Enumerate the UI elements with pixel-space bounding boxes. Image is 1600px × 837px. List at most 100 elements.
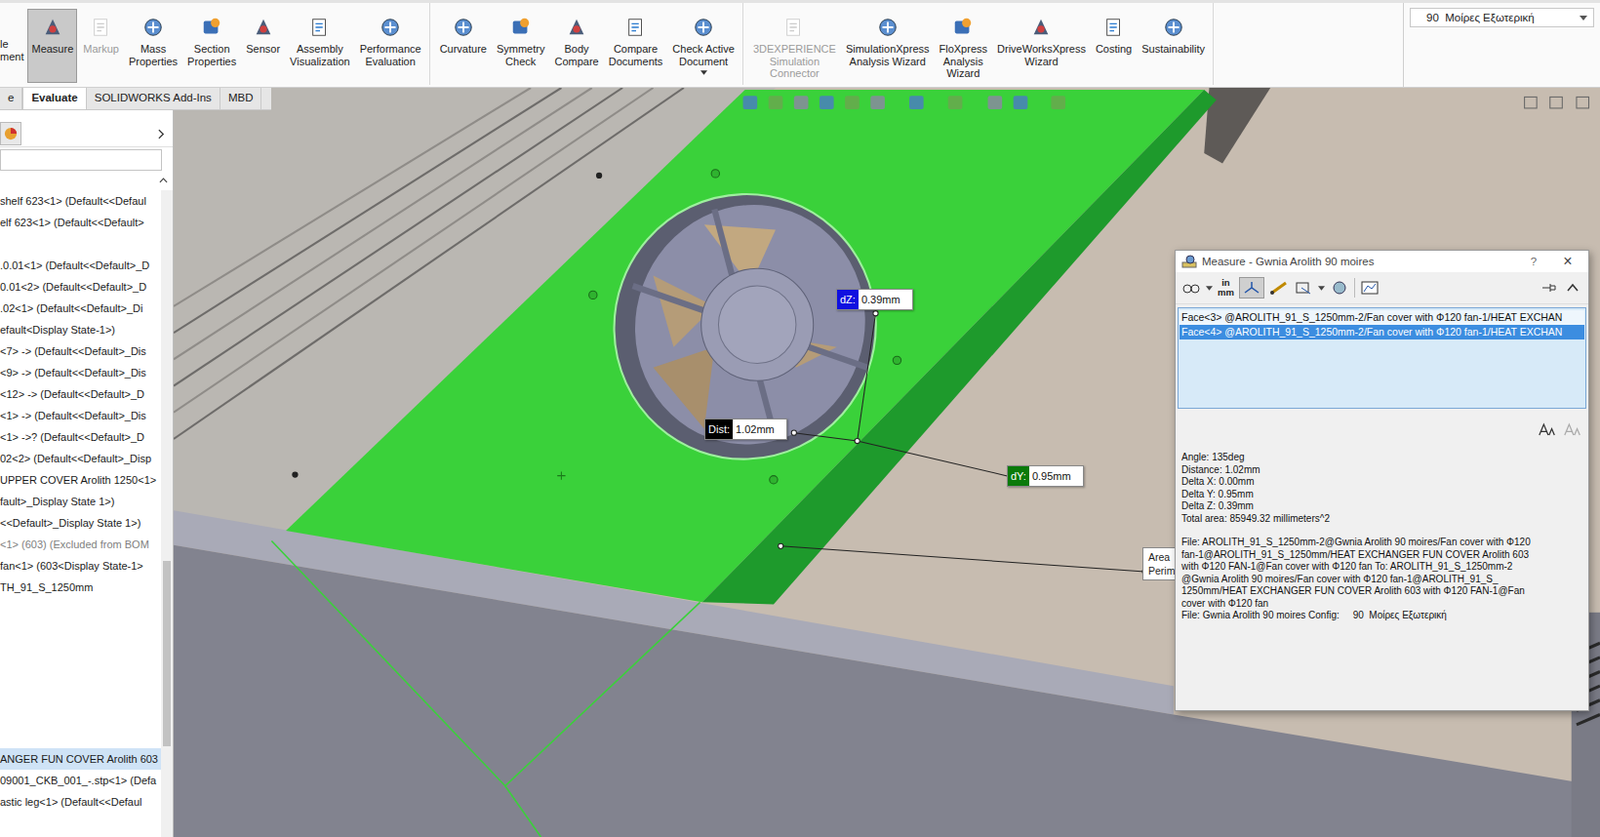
- tree-item[interactable]: shelf 623<1> (Default<<Defaul: [0, 190, 161, 212]
- command-tab[interactable]: MBD: [220, 87, 263, 110]
- ribbon-button[interactable]: Sensor: [241, 8, 284, 85]
- ribbon-button[interactable]: CompareDocuments: [604, 8, 668, 85]
- tree-item[interactable]: ANGER FUN COVER Arolith 603: [0, 748, 161, 770]
- ribbon-button[interactable]: SectionProperties: [183, 8, 240, 85]
- tree-scrollbar[interactable]: [160, 190, 173, 837]
- tree-item[interactable]: efault<Display State-1>): [0, 319, 161, 341]
- ribbon-button[interactable]: AssemblyVisualization: [285, 8, 355, 85]
- tree-item[interactable]: <12> -> (Default<<Default>_D: [0, 383, 161, 405]
- tool-icon: [142, 16, 164, 39]
- collapse-icon[interactable]: [1562, 280, 1583, 296]
- display-manager-button[interactable]: [0, 121, 22, 146]
- ribbon-button[interactable]: BodyCompare: [550, 8, 602, 85]
- tree-item[interactable]: elf 623<1> (Default<<Default>: [0, 211, 161, 234]
- ribbon-button[interactable]: PerformanceEvaluation: [356, 8, 426, 85]
- tree-item[interactable]: TH_91_S_1250mm: [0, 576, 161, 599]
- measure-leaders: [778, 311, 1149, 575]
- ribbon-group: lement Measure Markup MassProperties Sec…: [0, 2, 431, 85]
- command-tab[interactable]: SOLIDWORKS Add-Ins: [86, 87, 221, 110]
- ribbon-button[interactable]: Measure: [27, 8, 78, 83]
- ribbon-button[interactable]: SimulationXpressAnalysis Wizard: [841, 8, 934, 85]
- arc-options-icon[interactable]: [1181, 280, 1201, 296]
- tool-icon: [252, 16, 275, 39]
- tool-icon: [90, 16, 113, 39]
- measure-icon: [1181, 253, 1198, 270]
- tree-item[interactable]: <1> (603) (Excluded from BOM: [0, 533, 161, 556]
- tool-icon: [952, 16, 974, 39]
- dropdown-arrow-icon[interactable]: [1318, 285, 1325, 291]
- tree-row: [0, 726, 161, 749]
- dialog-title-bar[interactable]: Measure - Gwnia Arolith 90 moires ? ×: [1175, 250, 1589, 273]
- ribbon-button[interactable]: SymmetryCheck: [492, 8, 550, 85]
- tree-item[interactable]: astic leg<1> (Default<<Defaul: [0, 791, 161, 813]
- ribbon-button[interactable]: Curvature: [436, 8, 491, 85]
- tree-item[interactable]: 02<2> (Default<<Default>_Disp: [0, 447, 161, 470]
- tree-item[interactable]: <7> -> (Default<<Default>_Dis: [0, 340, 161, 362]
- ribbon-button[interactable]: Markup: [79, 8, 123, 85]
- decrease-font-icon[interactable]: [1562, 422, 1583, 438]
- ribbon-button[interactable]: MassProperties: [124, 8, 182, 85]
- measure-callout[interactable]: Dist: 1.02mm: [704, 418, 788, 440]
- selected-face: [702, 89, 1217, 604]
- tool-icon: [510, 16, 532, 39]
- tree-item[interactable]: UPPER COVER Arolith 1250<1>: [0, 469, 161, 491]
- increase-font-icon[interactable]: [1537, 422, 1558, 438]
- ribbon-button[interactable]: 3DEXPERIENCESimulationConnector: [749, 8, 840, 85]
- dropdown-arrow-icon[interactable]: [700, 70, 708, 76]
- configuration-dropdown[interactable]: 90 Μοίρες Εξωτερική: [1409, 7, 1595, 28]
- history-chart-icon[interactable]: [1360, 280, 1380, 296]
- tree-item[interactable]: .0.01<1> (Default<<Default>_D: [0, 254, 161, 277]
- tool-icon: [41, 16, 64, 39]
- tree-item[interactable]: <<Default>_Display State 1>): [0, 512, 161, 534]
- units-button[interactable]: inmm: [1217, 278, 1235, 298]
- tool-icon: [309, 16, 331, 39]
- selection-list[interactable]: Face<3> @AROLITH_91_S_1250mm-2/Fan cover…: [1177, 307, 1587, 409]
- tree-item[interactable]: .02<1> (Default<<Default>_Di: [0, 297, 161, 320]
- close-button[interactable]: ×: [1553, 252, 1583, 271]
- ribbon-button[interactable]: Costing: [1091, 8, 1136, 85]
- scroll-up-icon[interactable]: [159, 177, 168, 184]
- dropdown-arrow-icon[interactable]: [1205, 285, 1213, 291]
- measure-dialog: Measure - Gwnia Arolith 90 moires ? × in…: [1174, 249, 1590, 712]
- tree-item[interactable]: <1> -> (Default<<Default>_Dis: [0, 404, 161, 427]
- tree-row: [0, 683, 161, 706]
- tool-icon: [1103, 16, 1125, 39]
- selection-item[interactable]: Face<4> @AROLITH_91_S_1250mm-2/Fan cover…: [1179, 324, 1585, 340]
- pin-icon[interactable]: [1538, 280, 1559, 296]
- scrollbar-thumb[interactable]: [162, 560, 171, 747]
- chevron-right-icon[interactable]: [158, 128, 165, 140]
- projection-icon[interactable]: [1293, 280, 1314, 296]
- selected-face: [285, 89, 1204, 602]
- sensor-icon[interactable]: [1329, 280, 1350, 296]
- measure-callout[interactable]: dZ: 0.39mm: [836, 288, 914, 311]
- xyz-button[interactable]: [1239, 277, 1265, 299]
- command-tab[interactable]: e: [0, 87, 23, 110]
- tree-item[interactable]: 09001_CKB_001_-.stp<1> (Defa: [0, 769, 161, 792]
- measure-results: Angle: 135degDistance: 1.02mmDelta X: 0.…: [1175, 443, 1589, 623]
- tree-item[interactable]: fan<1> (603<Display State-1>: [0, 555, 161, 577]
- ribbon-button[interactable]: Sustainability: [1137, 8, 1209, 85]
- tool-icon: [625, 16, 647, 39]
- tree-item[interactable]: <1> ->? (Default<<Default>_D: [0, 426, 161, 448]
- ribbon-button[interactable]: Check ActiveDocument: [668, 8, 739, 85]
- xyz-icon: [1241, 280, 1262, 296]
- ribbon-button[interactable]: lement: [0, 8, 26, 85]
- selection-item[interactable]: Face<3> @AROLITH_91_S_1250mm-2/Fan cover…: [1179, 310, 1585, 325]
- tool-icon: [692, 16, 715, 39]
- tree-filter-field[interactable]: [0, 149, 162, 171]
- measure-callout[interactable]: dY: 0.95mm: [1006, 465, 1084, 487]
- tree-row: [0, 640, 161, 663]
- graphics-area[interactable]: dZ: 0.39mmDist: 1.02mmdY: 0.95mm AreaPer…: [173, 87, 1600, 837]
- point-to-point-icon[interactable]: [1269, 280, 1289, 296]
- help-button[interactable]: ?: [1519, 255, 1549, 268]
- ribbon-button[interactable]: DriveWorksXpressWizard: [993, 8, 1090, 85]
- tree-row: [0, 233, 161, 255]
- tree-item[interactable]: 0.01<2> (Default<<Default>_D: [0, 276, 161, 298]
- feature-tree: shelf 623<1> (Default<<Defaulelf 623<1> …: [0, 190, 161, 837]
- command-tab[interactable]: Evaluate: [22, 87, 86, 110]
- ribbon-button[interactable]: FloXpressAnalysisWizard: [935, 8, 993, 85]
- tree-item[interactable]: fault>_Display State 1>): [0, 490, 161, 513]
- solidworks-window: lement Measure Markup MassProperties Sec…: [0, 0, 1600, 837]
- tree-item[interactable]: <9> -> (Default<<Default>_Dis: [0, 361, 161, 384]
- tool-icon: [1162, 16, 1185, 39]
